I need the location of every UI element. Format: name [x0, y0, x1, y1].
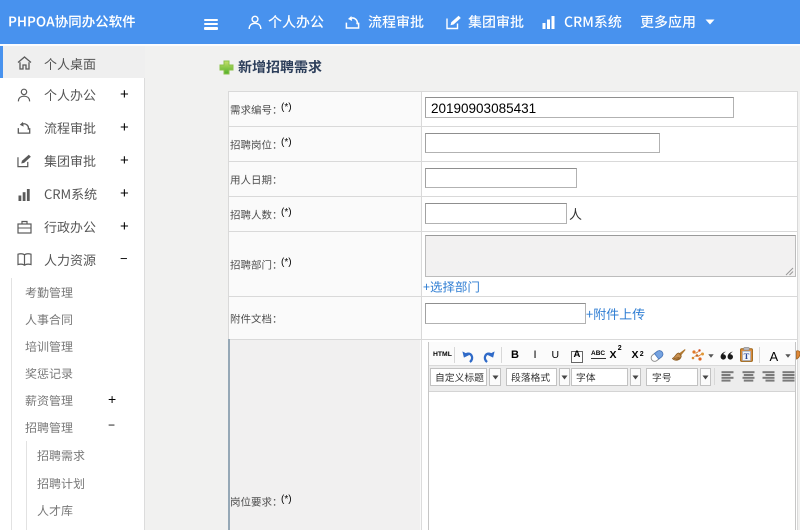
- svg-text:T: T: [744, 350, 750, 360]
